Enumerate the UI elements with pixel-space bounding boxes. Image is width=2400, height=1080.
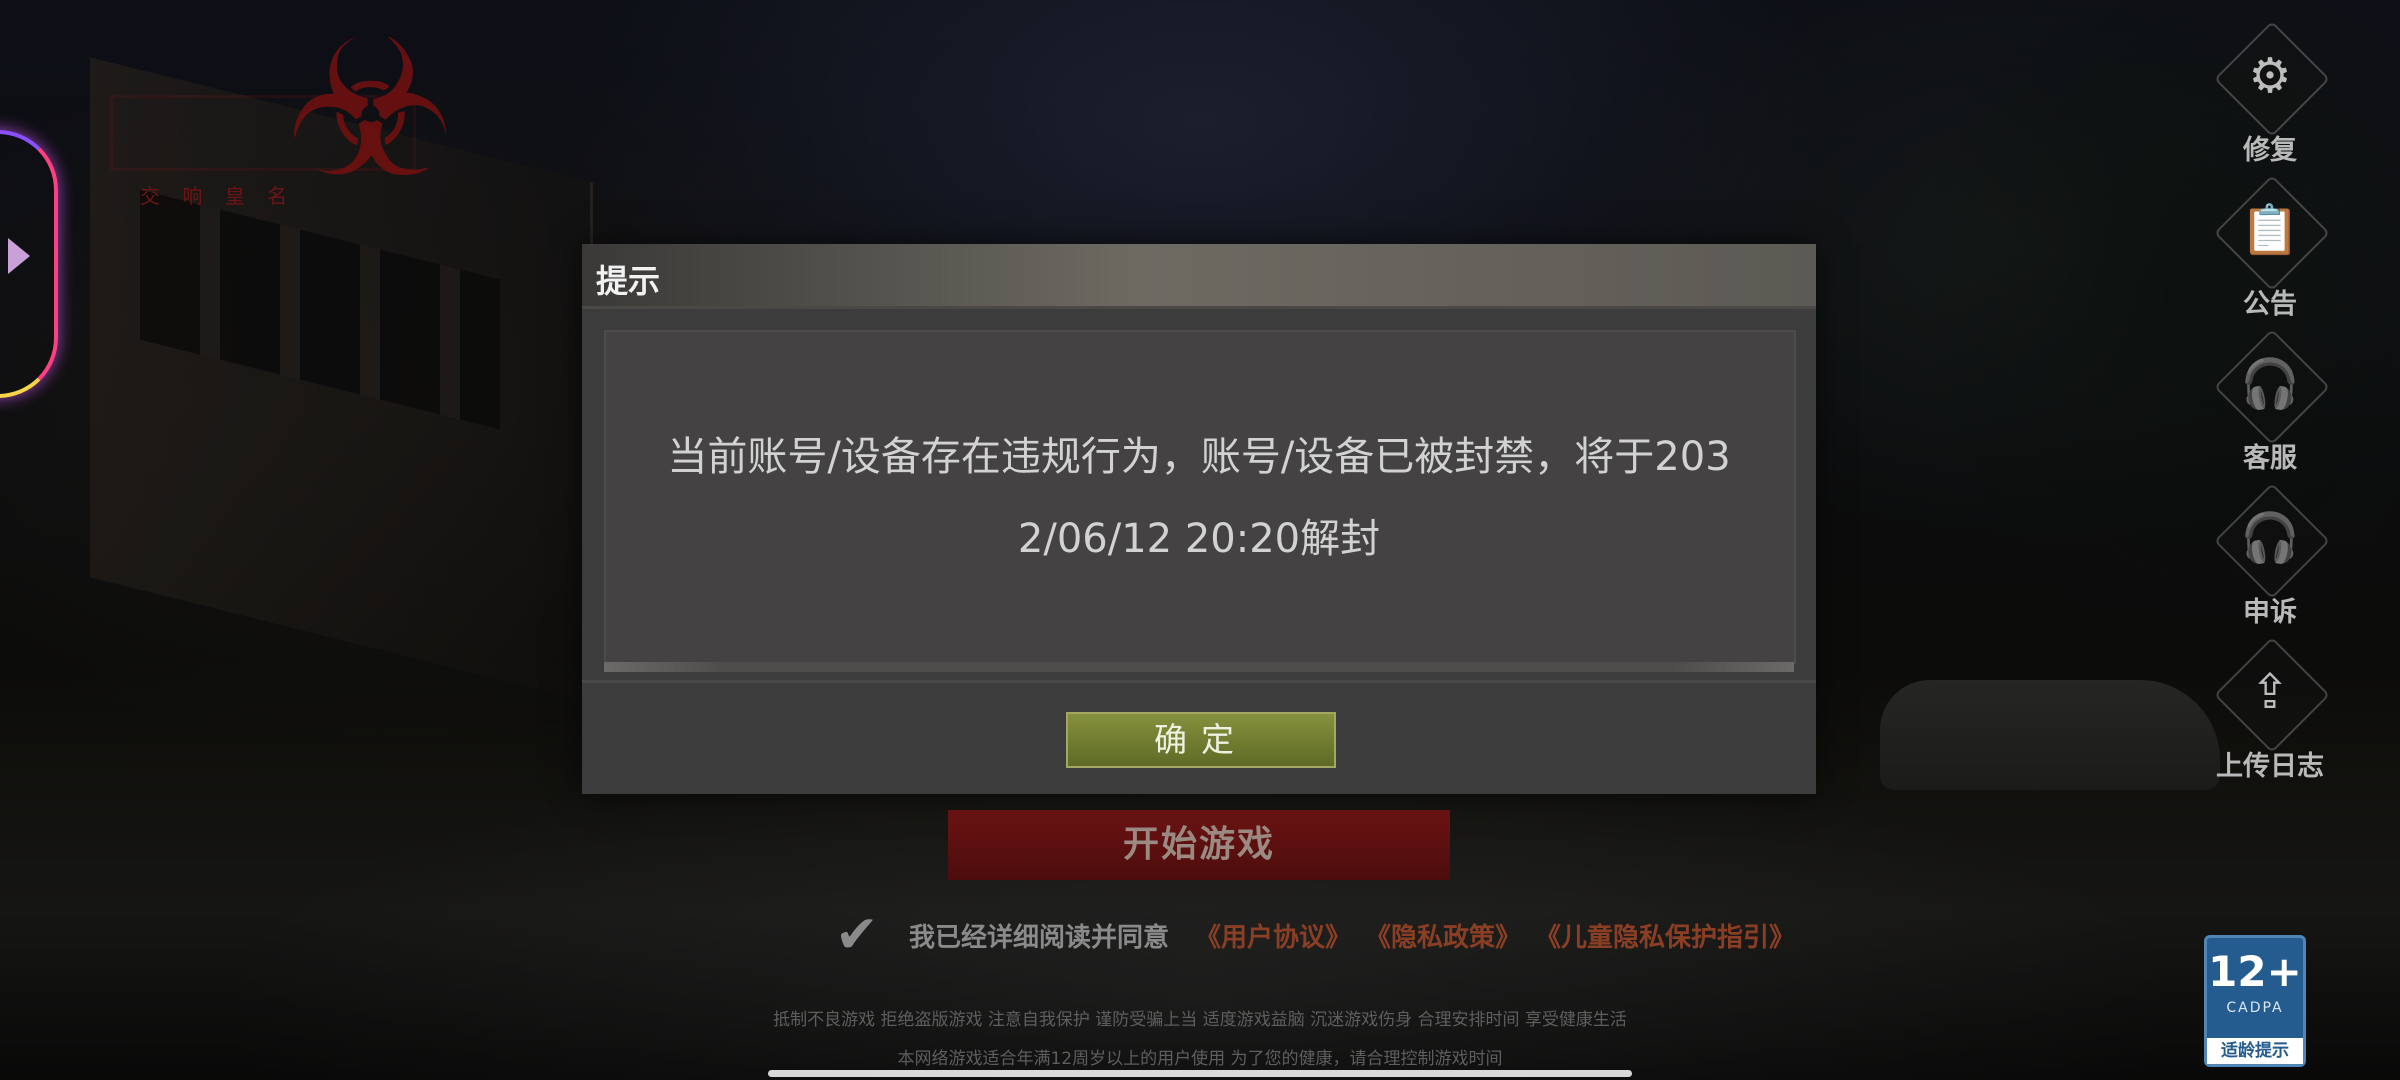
rating-org: CADPA bbox=[2226, 1000, 2284, 1016]
appeal-label: 申诉 bbox=[2243, 597, 2297, 628]
age-rating: 12+ bbox=[2208, 947, 2302, 996]
headset-icon: 🎧 bbox=[2240, 356, 2300, 412]
age-advisory: 本网络游戏适合年满12周岁以上的用户使用 为了您的健康，请合理控制游戏时间 bbox=[897, 1049, 1503, 1069]
notice-icon: 📋 bbox=[2240, 202, 2300, 258]
biohazard-icon: ☣ bbox=[284, 0, 456, 220]
customer-service-label: 客服 bbox=[2243, 443, 2297, 474]
notice-dialog: 提示 当前账号/设备存在违规行为，账号/设备已被封禁，将于203 2/06/12… bbox=[582, 244, 1816, 794]
checkmark-icon[interactable]: ✔ bbox=[835, 907, 891, 963]
customer-service-button[interactable]: 🎧 客服 bbox=[2190, 328, 2350, 482]
ban-message-line1: 当前账号/设备存在违规行为，账号/设备已被封禁，将于203 bbox=[667, 434, 1731, 480]
ban-message-line2: 2/06/12 20:20解封 bbox=[1017, 516, 1381, 562]
announcement-button[interactable]: 📋 公告 bbox=[2190, 174, 2350, 328]
start-game-button[interactable]: 开始游戏 bbox=[948, 810, 1450, 880]
age-rating-badge[interactable]: 12+ CADPA 适龄提示 bbox=[2204, 935, 2306, 1067]
play-arrow-icon[interactable] bbox=[8, 238, 30, 274]
side-menu: ⚙ 修复 📋 公告 🎧 客服 🎧 申诉 ⇪ 上传日志 bbox=[2190, 20, 2350, 790]
gear-icon: ⚙ bbox=[2248, 48, 2292, 104]
announcement-label: 公告 bbox=[2243, 289, 2297, 320]
child-privacy-link[interactable]: 《儿童隐私保护指引》 bbox=[1535, 917, 1795, 954]
game-logo: ☣ 交 响 皇 名 bbox=[100, 15, 460, 215]
headset-icon: 🎧 bbox=[2240, 510, 2300, 566]
privacy-policy-link[interactable]: 《隐私政策》 bbox=[1365, 917, 1521, 954]
dialog-body-edge bbox=[604, 662, 1794, 672]
confirm-button[interactable]: 确定 bbox=[1066, 712, 1336, 768]
upload-log-label: 上传日志 bbox=[2216, 751, 2324, 782]
agreement-row: ✔ 我已经详细阅读并同意 《用户协议》 《隐私政策》 《儿童隐私保护指引》 bbox=[835, 905, 1809, 965]
dialog-title: 提示 bbox=[596, 262, 661, 300]
agreement-text: 我已经详细阅读并同意 bbox=[909, 922, 1170, 953]
ban-message: 当前账号/设备存在违规行为，账号/设备已被封禁，将于203 2/06/12 20… bbox=[582, 416, 1816, 580]
upload-icon: ⇪ bbox=[2249, 664, 2291, 720]
dialog-title-bar: 提示 bbox=[582, 244, 1816, 309]
upload-log-button[interactable]: ⇪ 上传日志 bbox=[2190, 636, 2350, 790]
repair-label: 修复 bbox=[2243, 135, 2297, 166]
user-agreement-link[interactable]: 《用户协议》 bbox=[1195, 917, 1351, 954]
age-tip-label: 适龄提示 bbox=[2207, 1038, 2303, 1064]
health-advisory: 抵制不良游戏 拒绝盗版游戏 注意自我保护 谨防受骗上当 适度游戏益脑 沉迷游戏伤… bbox=[773, 1010, 1627, 1030]
appeal-button[interactable]: 🎧 申诉 bbox=[2190, 482, 2350, 636]
home-indicator[interactable] bbox=[768, 1070, 1632, 1077]
dialog-divider bbox=[582, 680, 1816, 683]
logo-subtitle: 交 响 皇 名 bbox=[140, 184, 296, 208]
repair-button[interactable]: ⚙ 修复 bbox=[2190, 20, 2350, 174]
